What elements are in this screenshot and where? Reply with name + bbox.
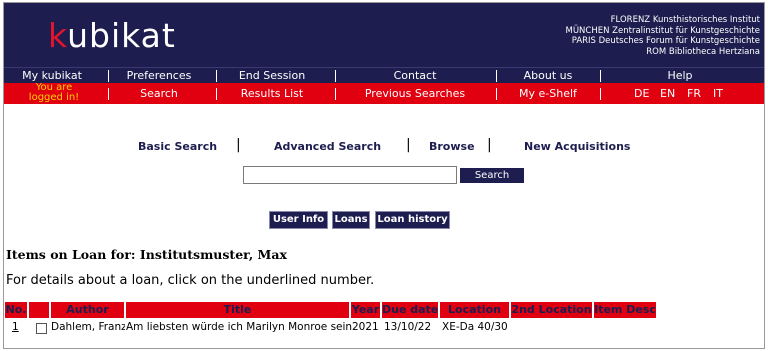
loan-row-year: 2021 [352,321,379,333]
column-header-location[interactable]: Location [440,302,509,318]
lang-fr[interactable]: FR [687,87,701,100]
loan-row-author: Dahlem, Franz [51,321,125,333]
secondary-nav: You are logged in! Search Results List P… [4,83,764,104]
header: kubikat FLORENZ Kunsthistorisches Instit… [4,3,764,67]
nav-contact[interactable]: Contact [335,69,495,82]
partner-paris: PARIS Deutsches Forum für Kunstgeschicht… [571,36,760,46]
lang-it[interactable]: IT [713,87,723,100]
tab-advanced-search[interactable]: Advanced Search [274,140,381,153]
tab-separator: | [406,137,411,153]
partner-muenchen: MÜNCHEN Zentralinstitut für Kunstgeschic… [565,25,761,36]
nav-my-kubikat[interactable]: My kubikat [4,69,100,82]
kubikat-logo[interactable]: kubikat [48,16,176,55]
column-header-select [29,302,49,318]
loan-history-button[interactable]: Loan history [375,211,450,229]
browser-frame: kubikat FLORENZ Kunsthistorisches Instit… [3,2,765,349]
search-input[interactable] [243,166,457,184]
tab-browse[interactable]: Browse [429,140,475,153]
column-header-year[interactable]: Year [351,302,380,318]
top-nav: My kubikat Preferences End Session Conta… [4,67,764,83]
loan-row-title: Am liebsten würde ich Marilyn Monroe sei… [126,321,352,333]
nav-previous-searches[interactable]: Previous Searches [335,87,495,100]
loans-info-text: For details about a loan, click on the u… [6,273,375,288]
login-status: You are logged in! [28,82,80,103]
column-header-author[interactable]: Author [51,302,124,318]
tab-separator: | [487,137,492,153]
loan-row-location: XE-Da 40/30 [442,321,508,333]
nav-preferences[interactable]: Preferences [108,69,210,82]
partner-florenz: FLORENZ Kunsthistorisches Institut [610,15,760,25]
lang-en[interactable]: EN [660,87,675,100]
nav-separator [600,88,601,100]
loan-row-checkbox[interactable] [36,323,47,334]
column-header-2nd-location[interactable]: 2nd Location [511,302,592,318]
tab-new-acquisitions[interactable]: New Acquisitions [524,140,630,153]
tab-basic-search[interactable]: Basic Search [138,140,217,153]
lang-de[interactable]: DE [634,87,649,100]
search-button[interactable]: Search [460,168,524,183]
nav-about-us[interactable]: About us [496,69,600,82]
partner-institutes: FLORENZ Kunsthistorisches Institut MÜNCH… [566,15,761,57]
user-info-button[interactable]: User Info [269,211,328,229]
column-header-no: No. [5,302,27,318]
column-header-due-date[interactable]: Due date [382,302,438,318]
loans-button[interactable]: Loans [332,211,370,229]
loans-heading: Items on Loan for: Institutsmuster, Max [6,247,287,262]
partner-rom: ROM Bibliotheca Hertziana [646,46,760,57]
tab-separator: | [236,137,241,153]
nav-help[interactable]: Help [600,69,760,82]
nav-results-list[interactable]: Results List [216,87,328,100]
nav-my-e-shelf[interactable]: My e-Shelf [496,87,600,100]
loan-number-link[interactable]: 1 [12,321,19,333]
loan-row-due-date: 13/10/22 [384,321,432,333]
column-header-item-desc[interactable]: Item Desc [594,302,656,318]
nav-end-session[interactable]: End Session [216,69,328,82]
loan-row-number[interactable]: 1 [12,320,19,334]
nav-search[interactable]: Search [108,87,210,100]
column-header-title[interactable]: Title [126,302,349,318]
